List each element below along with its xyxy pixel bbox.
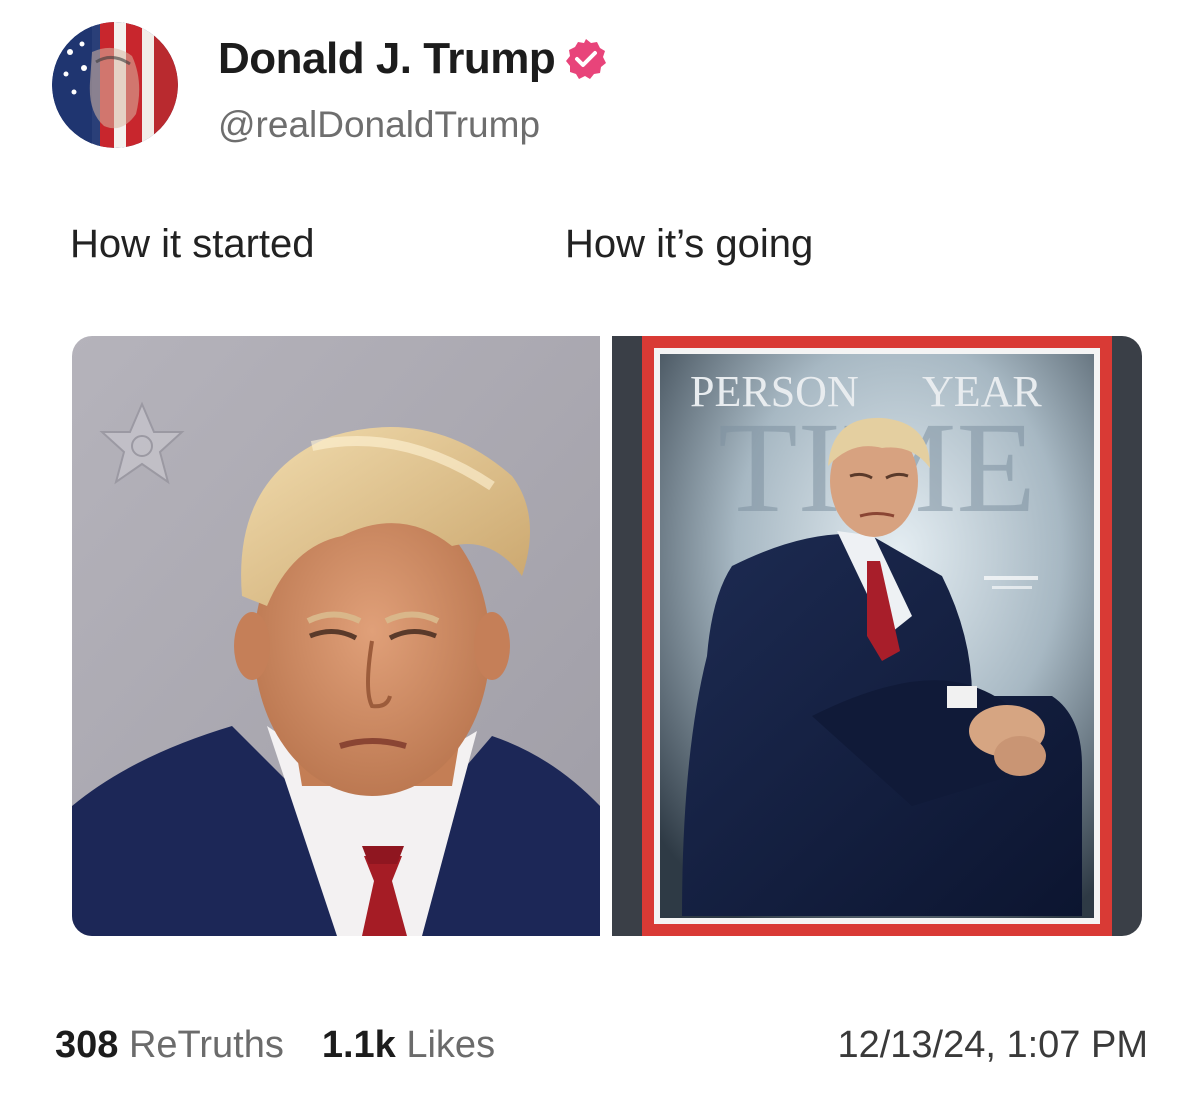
likes-stat[interactable]: 1.1k Likes	[322, 1024, 495, 1067]
retruths-stat[interactable]: 308 ReTruths	[55, 1024, 284, 1067]
caption-left: How it started	[70, 222, 315, 266]
post-stats: 308 ReTruths 1.1k Likes	[55, 1024, 495, 1067]
avatar[interactable]	[52, 22, 178, 148]
mugshot-photo[interactable]	[72, 336, 600, 936]
post-timestamp[interactable]: 12/13/24, 1:07 PM	[837, 1024, 1148, 1067]
retruths-count: 308	[55, 1024, 119, 1066]
display-name[interactable]: Donald J. Trump	[218, 34, 556, 84]
cover-title-left: PERSON	[690, 367, 859, 416]
author-name-row[interactable]: Donald J. Trump	[218, 34, 607, 84]
cover-title-right: YEAR	[922, 367, 1042, 416]
likes-label: Likes	[406, 1024, 496, 1066]
caption-right: How it’s going	[565, 222, 814, 266]
likes-count: 1.1k	[321, 1024, 396, 1066]
verified-badge-icon	[565, 38, 607, 80]
retruths-label: ReTruths	[128, 1024, 284, 1066]
time-magazine-cover[interactable]: TIME PERSON YEAR	[612, 336, 1142, 936]
post-card: Donald J. Trump @realDonaldTrump How it …	[0, 0, 1200, 1115]
avatar-flag-portrait	[52, 22, 178, 148]
media-grid: TIME PERSON YEAR	[72, 336, 1142, 936]
author-handle[interactable]: @realDonaldTrump	[218, 104, 540, 146]
